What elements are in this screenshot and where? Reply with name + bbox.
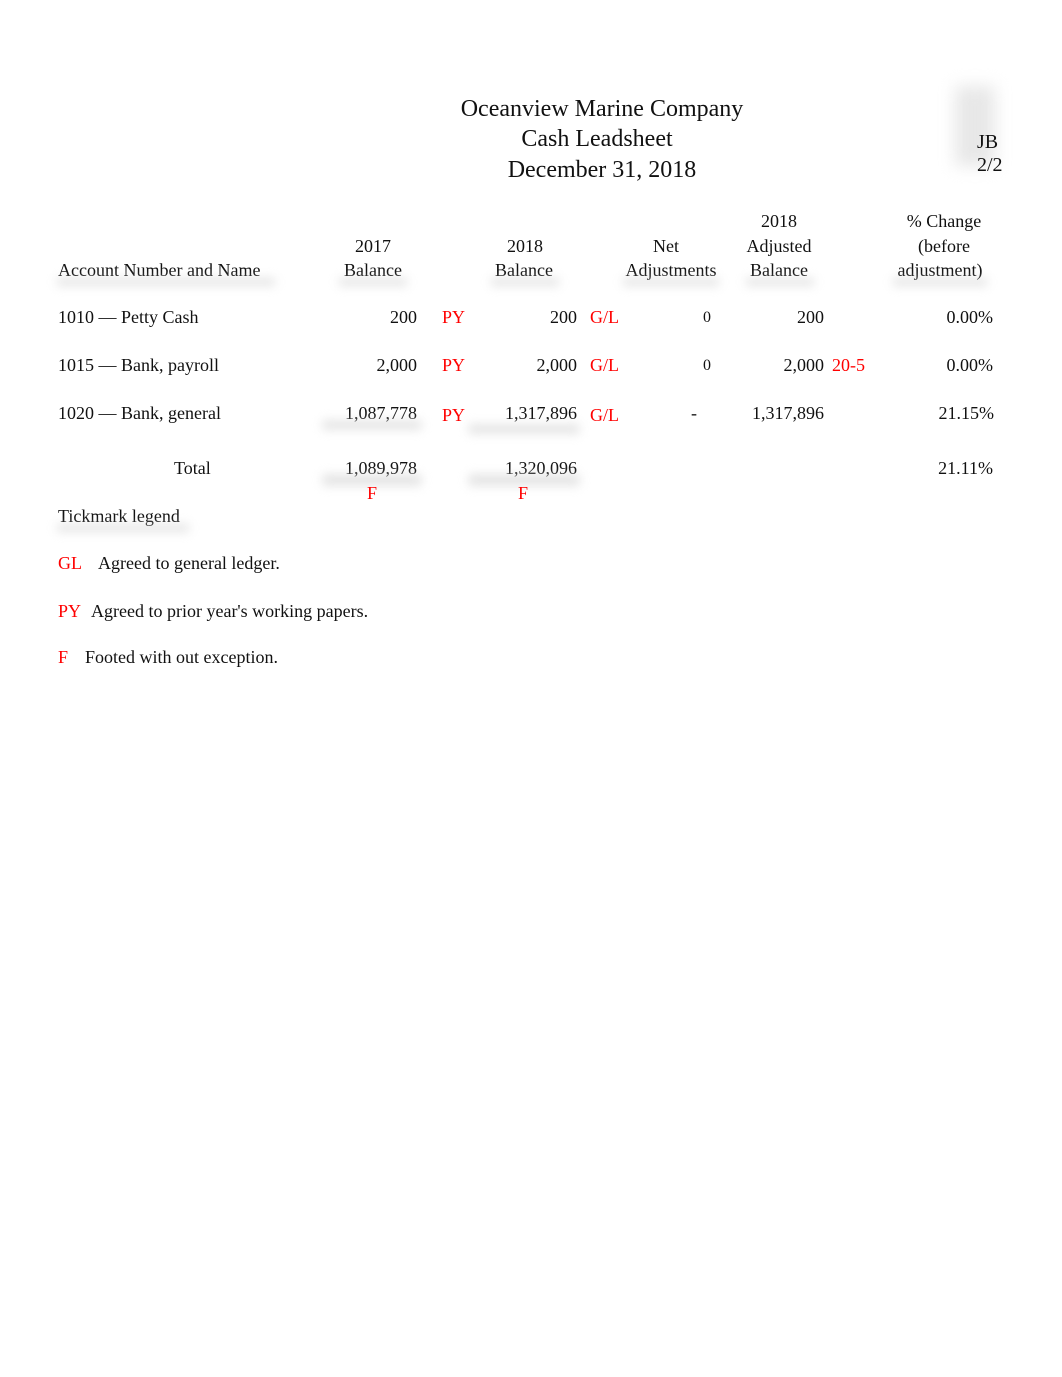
legend-mark-gl: GL: [58, 553, 82, 573]
report-date: December 31, 2018: [507, 157, 697, 183]
net-adjustment: 0: [703, 309, 711, 326]
tickmark-py: PY: [442, 405, 466, 425]
legend-mark-f: F: [58, 647, 69, 667]
adjusted-balance: 200: [797, 307, 824, 327]
legend-text: Footed with out exception.: [85, 647, 278, 667]
total-label: Total: [174, 458, 211, 478]
balance-2017: 2,000: [376, 355, 418, 375]
col-header-adjusted-2: Adjusted: [746, 236, 812, 256]
tickmark-py: PY: [442, 355, 466, 375]
col-header-2018-year: 2018: [507, 236, 543, 256]
company-name: Oceanview Marine Company: [460, 96, 744, 122]
tickmark-gl: G/L: [590, 355, 619, 375]
net-adjustment: -: [691, 403, 697, 423]
col-header-pct-2: (before: [918, 236, 970, 256]
balance-2018: 1,317,896: [505, 403, 577, 423]
total-pct-change: 21.11%: [938, 458, 993, 478]
tickmark-f: F: [517, 483, 529, 503]
col-header-net-1: Net: [653, 236, 679, 256]
balance-2017: 200: [390, 307, 417, 327]
account-name: 1020 — Bank, general: [58, 403, 221, 423]
account-name: 1015 — Bank, payroll: [58, 355, 219, 375]
balance-2018: 200: [550, 307, 577, 327]
preparer-initials: JB: [977, 131, 999, 153]
col-header-pct-1: % Change: [906, 211, 982, 231]
legend-text: Agreed to general ledger.: [98, 553, 280, 573]
pct-change: 0.00%: [946, 355, 994, 375]
report-title: Cash Leadsheet: [521, 126, 673, 152]
preparer-date: 2/2: [977, 154, 1003, 176]
balance-2018: 2,000: [536, 355, 578, 375]
col-header-adjusted-1: 2018: [761, 211, 797, 231]
tickmark-f: F: [366, 483, 378, 503]
adjusted-balance: 1,317,896: [752, 403, 824, 423]
pct-change: 0.00%: [946, 307, 994, 327]
tickmark-py: PY: [442, 307, 466, 327]
adjustment-reference: 20-5: [832, 355, 865, 375]
account-name: 1010 — Petty Cash: [58, 307, 199, 327]
net-adjustment: 0: [703, 357, 711, 374]
tickmark-gl: G/L: [590, 307, 619, 327]
adjusted-balance: 2,000: [783, 355, 825, 375]
tickmark-gl: G/L: [590, 405, 619, 425]
col-header-2017-year: 2017: [355, 236, 391, 256]
legend-mark-py: PY: [58, 601, 82, 621]
pct-change: 21.15%: [938, 403, 995, 423]
legend-text: Agreed to prior year's working papers.: [91, 601, 369, 621]
